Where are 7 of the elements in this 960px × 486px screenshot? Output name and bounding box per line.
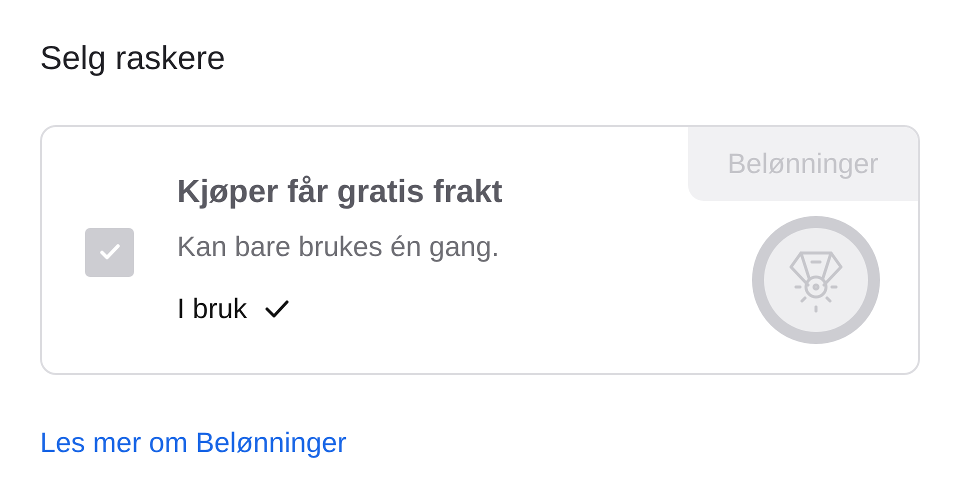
checkmark-icon xyxy=(98,243,120,261)
status-label: I bruk xyxy=(177,292,248,326)
section-heading: Selg raskere xyxy=(40,38,226,78)
offer-subtitle: Kan bare brukes én gang. xyxy=(177,230,500,264)
medal-icon xyxy=(751,215,881,345)
read-more-link[interactable]: Les mer om Belønninger xyxy=(40,425,347,461)
offer-title: Kjøper får gratis frakt xyxy=(177,172,502,211)
